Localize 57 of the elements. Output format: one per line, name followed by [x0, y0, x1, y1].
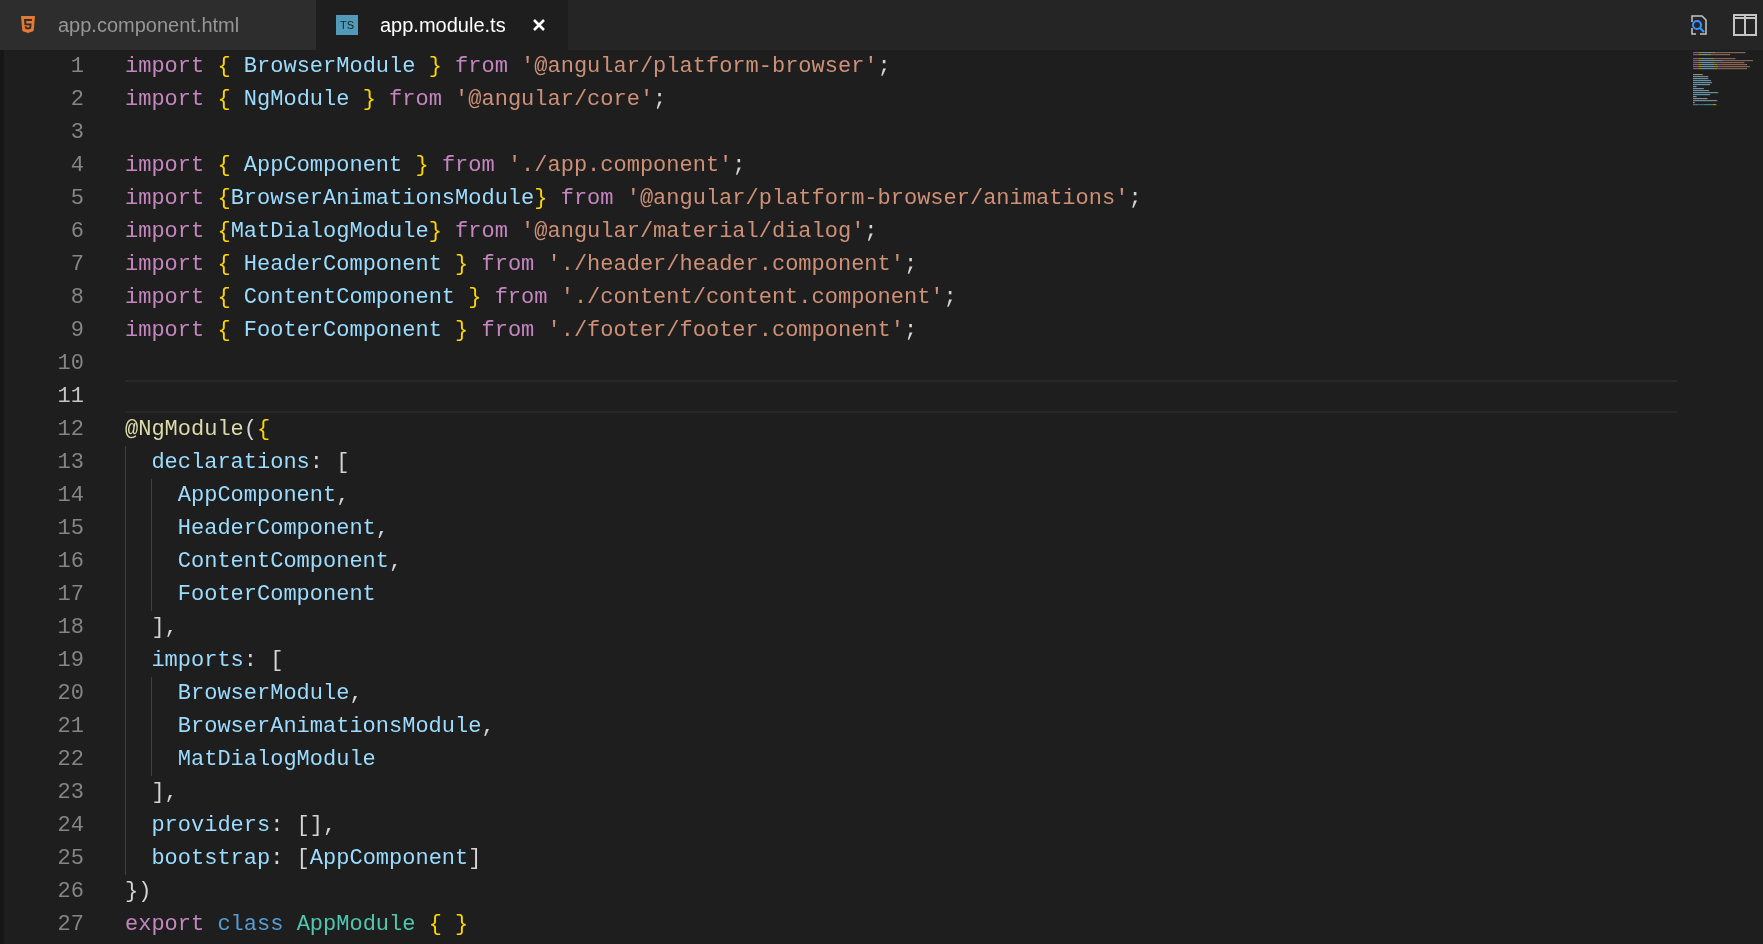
line-number: 15: [56, 517, 84, 540]
line-number: 8: [69, 286, 84, 309]
line-number: 17: [56, 583, 84, 606]
line-number: 27: [56, 913, 84, 936]
line-number: 23: [56, 781, 84, 804]
editor-tab[interactable]: TS app.module.ts: [316, 0, 568, 50]
line-number: 19: [56, 649, 84, 672]
code-line: import { NgModule } from '@angular/core';: [125, 88, 667, 111]
line-number: 13: [56, 451, 84, 474]
code-line: import { FooterComponent } from './footer/footer.component';: [125, 319, 918, 342]
line-number: 7: [69, 253, 84, 276]
line-number: 12: [56, 418, 84, 441]
split-editor-icon[interactable]: [1733, 14, 1757, 36]
code-line: import {MatDialogModule} from '@angular/material/dialog';: [125, 220, 878, 243]
line-number: 5: [69, 187, 84, 210]
code-line: declarations: [: [151, 451, 350, 474]
line-number: 10: [56, 352, 84, 375]
line-number: 4: [69, 154, 84, 177]
editor-tab[interactable]: app.component.html: [0, 0, 316, 50]
line-number: 20: [56, 682, 84, 705]
code-line: BrowserAnimationsModule,: [177, 715, 495, 738]
code-line: HeaderComponent,: [177, 517, 390, 540]
code-line: ],: [151, 781, 178, 804]
line-number: 11: [56, 385, 84, 408]
line-number: 21: [56, 715, 84, 738]
typescript-icon: TS: [336, 15, 358, 35]
code-line: import { BrowserModule } from '@angular/platform-browser';: [125, 55, 891, 78]
code-line: import { AppComponent } from './app.component';: [125, 154, 746, 177]
code-line: ],: [151, 616, 178, 639]
code-line: MatDialogModule: [177, 748, 376, 771]
code-line: FooterComponent: [177, 583, 376, 606]
html5-icon: [20, 16, 36, 34]
line-number: 3: [69, 121, 84, 144]
code-line: }): [125, 880, 152, 903]
line-number: 22: [56, 748, 84, 771]
code-line: providers: [],: [151, 814, 337, 837]
line-number: 9: [69, 319, 84, 342]
line-number: 1: [69, 55, 84, 78]
line-number: 14: [56, 484, 84, 507]
line-number: 2: [69, 88, 84, 111]
line-number: 16: [56, 550, 84, 573]
line-number: 6: [69, 220, 84, 243]
line-number: 18: [56, 616, 84, 639]
line-number: 24: [56, 814, 84, 837]
code-line: bootstrap: [AppComponent]: [151, 847, 482, 870]
code-line: import {BrowserAnimationsModule} from '@angular/platform-browser/animations';: [125, 187, 1142, 210]
code-line: import { HeaderComponent } from './header/header.component';: [125, 253, 918, 276]
close-icon[interactable]: [531, 18, 546, 32]
code-line: @NgModule({: [125, 418, 271, 441]
code-line: ContentComponent,: [177, 550, 403, 573]
code-line: AppComponent,: [177, 484, 350, 507]
code-line: import { ContentComponent } from './content/content.component';: [125, 286, 957, 309]
line-number: 25: [56, 847, 84, 870]
code-line: export class AppModule { }: [125, 913, 469, 936]
line-number: 26: [56, 880, 84, 903]
code-line: BrowserModule,: [177, 682, 363, 705]
code-line: imports: [: [151, 649, 284, 672]
